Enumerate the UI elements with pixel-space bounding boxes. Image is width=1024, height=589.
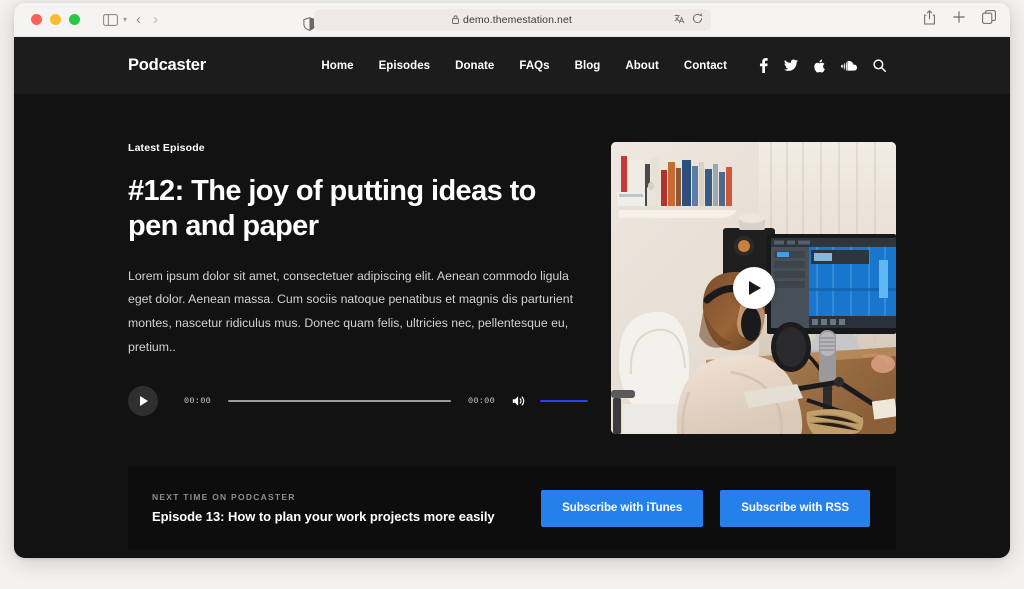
main-navigation: Home Episodes Donate FAQs Blog About Con… (321, 60, 727, 72)
nav-item-episodes[interactable]: Episodes (379, 60, 431, 72)
nav-item-blog[interactable]: Blog (575, 60, 601, 72)
social-links (759, 58, 886, 73)
close-window-button[interactable] (31, 14, 42, 25)
search-icon[interactable] (873, 59, 886, 72)
plus-icon[interactable] (952, 10, 966, 29)
browser-window: ▾ ‹ › demo.themestation.net Podcaster Ho… (14, 3, 1010, 558)
minimize-window-button[interactable] (50, 14, 61, 25)
audio-play-button[interactable] (128, 386, 158, 417)
play-icon (140, 396, 148, 407)
play-icon (749, 281, 761, 295)
audio-duration: 00:00 (467, 396, 495, 407)
reload-icon[interactable] (692, 11, 703, 29)
back-button[interactable]: ‹ (136, 12, 141, 27)
volume-icon[interactable] (512, 395, 527, 407)
nav-item-contact[interactable]: Contact (684, 60, 727, 72)
apple-icon[interactable] (814, 59, 825, 73)
next-episode-kicker: NEXT TIME ON PODCASTER (152, 492, 296, 502)
soundcloud-icon[interactable] (841, 60, 857, 71)
hero-episode-title: #12: The joy of putting ideas to pen and… (128, 175, 536, 243)
sidebar-controls: ▾ (98, 9, 127, 31)
hero-section: Latest Episode #12: The joy of putting i… (14, 142, 1010, 434)
twitter-icon[interactable] (784, 59, 798, 72)
url-zone: demo.themestation.net (14, 8, 1010, 31)
address-bar-content: demo.themestation.net (452, 14, 572, 26)
sidebar-toggle-icon[interactable] (98, 9, 122, 31)
volume-slider[interactable] (540, 399, 588, 403)
forward-button[interactable]: › (153, 12, 158, 27)
episode-video-thumbnail[interactable] (611, 142, 896, 434)
audio-progress-slider[interactable] (228, 400, 451, 403)
window-controls (31, 14, 80, 25)
video-play-button[interactable] (732, 267, 775, 309)
address-bar-url: demo.themestation.net (463, 13, 572, 26)
share-icon[interactable] (923, 9, 936, 30)
site-header: Podcaster Home Episodes Donate FAQs Blog… (14, 37, 1010, 94)
nav-item-donate[interactable]: Donate (455, 60, 494, 72)
web-page-content: Podcaster Home Episodes Donate FAQs Blog… (14, 37, 1010, 558)
subscribe-rss-button[interactable]: Subscribe with RSS (720, 489, 870, 527)
nav-item-home[interactable]: Home (321, 60, 353, 72)
hero-text-column: Latest Episode #12: The joy of putting i… (128, 142, 588, 417)
address-bar[interactable]: demo.themestation.net (313, 8, 711, 31)
hero-media-column (611, 142, 896, 434)
titlebar-actions (923, 9, 996, 30)
nav-item-about[interactable]: About (625, 60, 658, 72)
subscribe-itunes-button[interactable]: Subscribe with iTunes (541, 489, 704, 527)
subscribe-buttons: Subscribe with iTunes Subscribe with RSS (541, 489, 870, 527)
browser-titlebar: ▾ ‹ › demo.themestation.net (14, 3, 1010, 37)
sidebar-chevron-down-icon[interactable]: ▾ (123, 15, 127, 24)
hero-episode-description: Lorem ipsum dolor sit amet, consectetuer… (128, 268, 574, 354)
hero-eyebrow-label: Latest Episode (128, 142, 205, 154)
navigation-arrows: ‹ › (136, 12, 158, 27)
maximize-window-button[interactable] (69, 14, 80, 25)
next-episode-title: Episode 13: How to plan your work projec… (152, 509, 495, 524)
audio-player: 00:00 00:00 (128, 386, 588, 417)
facebook-icon[interactable] (759, 58, 768, 73)
nav-item-faqs[interactable]: FAQs (519, 60, 549, 72)
translate-icon[interactable] (673, 11, 685, 29)
lock-icon (452, 15, 460, 24)
next-episode-text: NEXT TIME ON PODCASTER Episode 13: How t… (152, 492, 495, 524)
next-episode-banner: NEXT TIME ON PODCASTER Episode 13: How t… (128, 467, 896, 549)
site-logo[interactable]: Podcaster (128, 56, 206, 75)
audio-current-time: 00:00 (184, 396, 212, 407)
address-bar-actions (673, 11, 703, 29)
tab-overview-icon[interactable] (982, 10, 996, 29)
